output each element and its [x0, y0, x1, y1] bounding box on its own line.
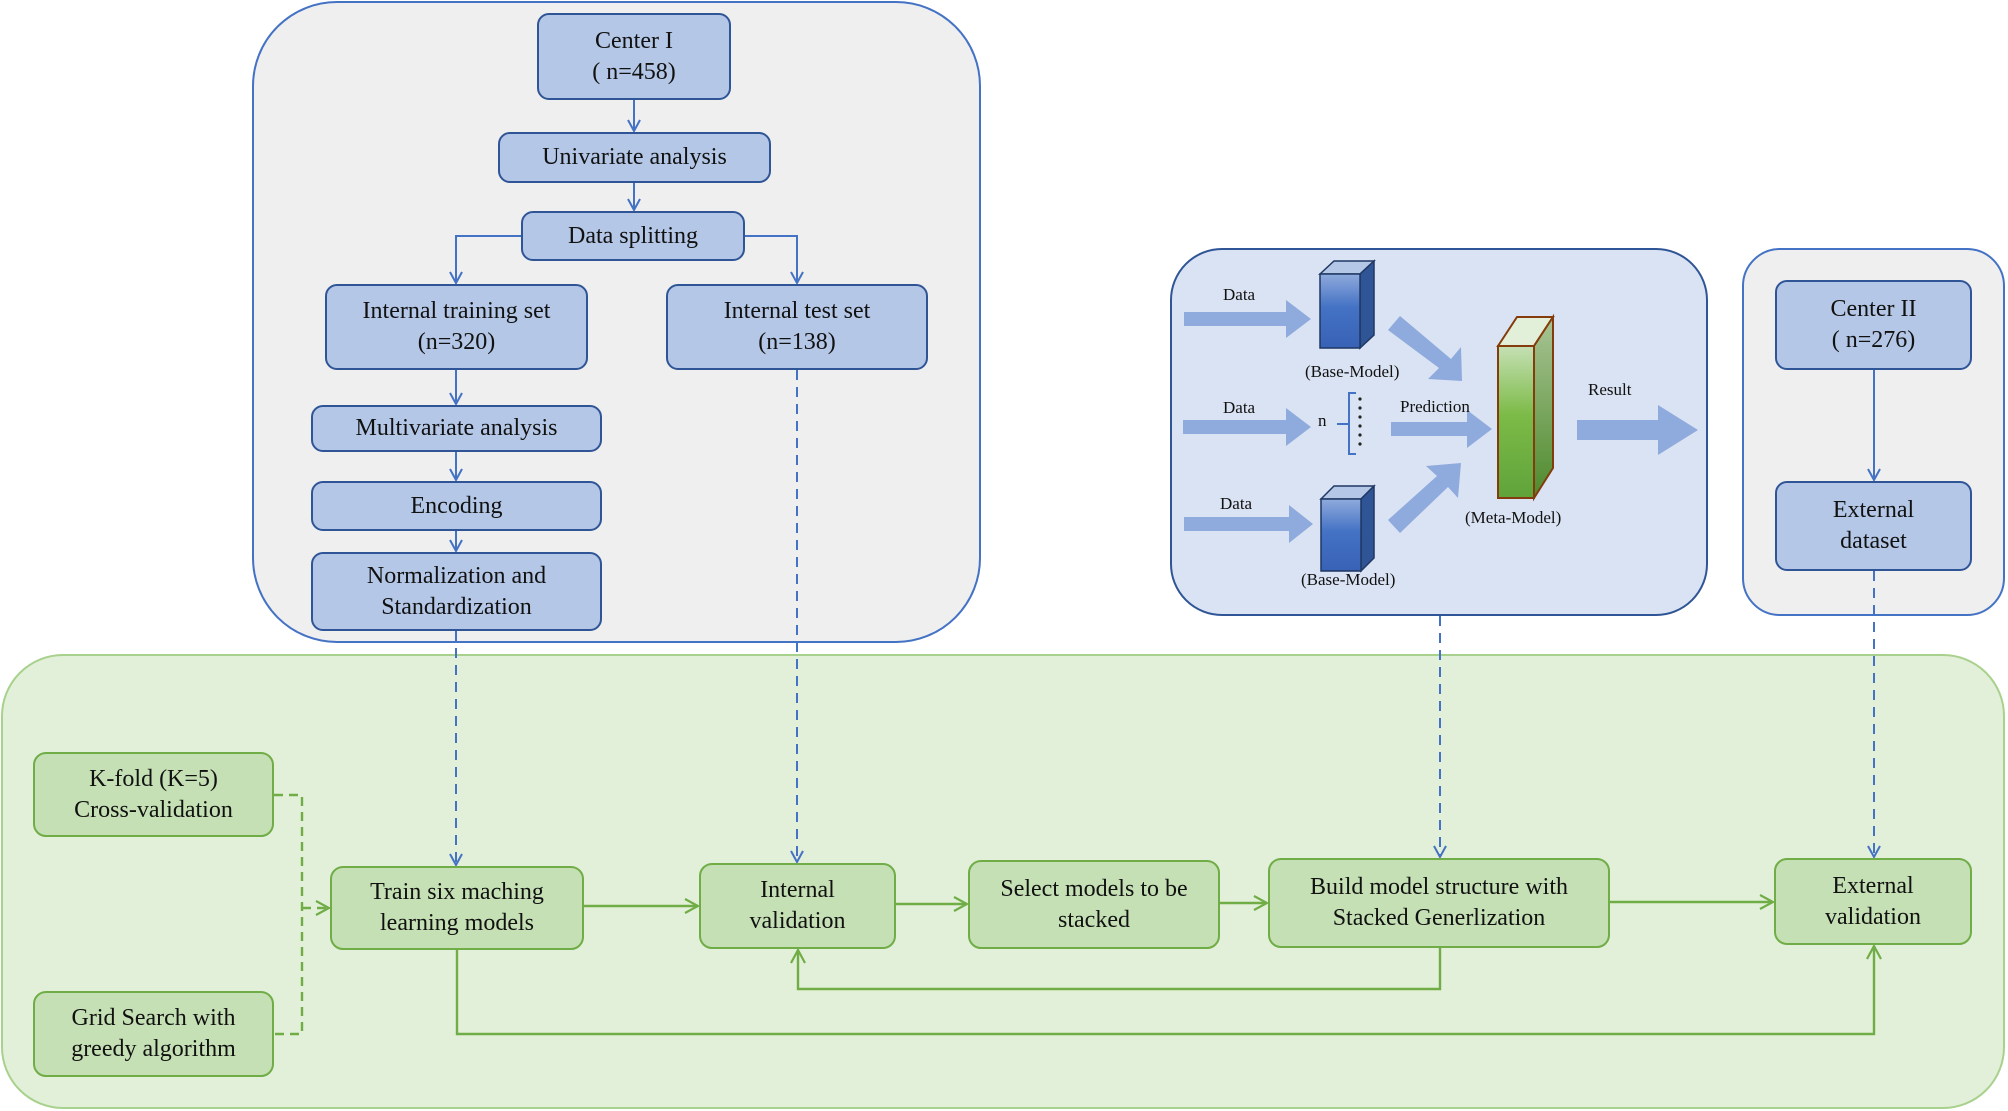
build-model-box: Build model structure with Stacked Gener…: [1268, 858, 1610, 948]
external-validation-box: External validation: [1774, 858, 1972, 945]
kfold-line1: K-fold (K=5): [89, 765, 218, 792]
n-bracket: [1337, 392, 1356, 455]
kfold-line2: Cross-validation: [74, 796, 233, 823]
meta-model-cube: [1496, 313, 1555, 502]
select-models-line2: stacked: [1058, 906, 1130, 933]
select-models-box: Select models to be stacked: [968, 860, 1220, 949]
base-model-top-cube: [1318, 259, 1376, 350]
grid-search-box: Grid Search with greedy algorithm: [33, 991, 274, 1077]
internal-validation-box: Internal validation: [699, 863, 896, 949]
meta-model-label: (Meta-Model): [1465, 508, 1562, 527]
build-model-line2: Stacked Generlization: [1332, 905, 1546, 931]
n-label: n: [1318, 411, 1327, 430]
data-label-top: Data: [1223, 285, 1256, 304]
data-label-middle: Data: [1223, 398, 1256, 417]
data-arrow-top: [1184, 300, 1311, 338]
ellipsis-dots: [1358, 397, 1362, 446]
kfold-cross-validation-box: K-fold (K=5) Cross-validation: [33, 752, 274, 837]
data-label-bottom: Data: [1220, 494, 1253, 513]
build-model-line1: Build model structure with: [1310, 874, 1568, 901]
result-label: Result: [1588, 380, 1632, 399]
prediction-label: Prediction: [1400, 397, 1470, 416]
train-models-line2: learning models: [380, 910, 534, 936]
external-validation-line1: External: [1832, 872, 1914, 899]
train-models-line1: Train six maching: [370, 879, 544, 906]
base-model-label-top: (Base-Model): [1305, 362, 1400, 381]
select-models-line1: Select models to be: [1000, 875, 1188, 902]
grid-search-line2: greedy algorithm: [71, 1036, 236, 1062]
base-model-bottom-cube: [1319, 484, 1376, 573]
grid-search-line1: Grid Search with: [71, 1005, 236, 1032]
result-arrow: [1577, 405, 1698, 455]
internal-validation-line2: validation: [749, 908, 846, 934]
internal-validation-line1: Internal: [760, 877, 835, 904]
train-models-box: Train six maching learning models: [330, 866, 584, 950]
base-to-meta-arrow-bottom: [1388, 463, 1461, 533]
base-model-label-bottom: (Base-Model): [1301, 570, 1396, 589]
external-validation-line2: validation: [1825, 903, 1921, 930]
